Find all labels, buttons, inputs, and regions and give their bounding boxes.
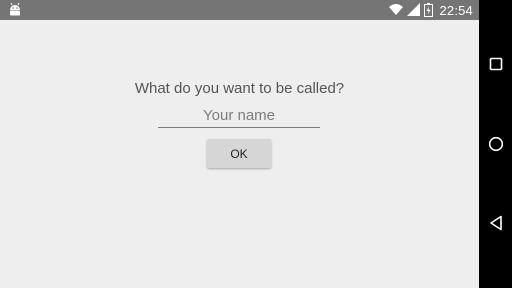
name-prompt-label: What do you want to be called? bbox=[134, 80, 345, 97]
dialog-content: What do you want to be called? OK bbox=[0, 20, 479, 288]
status-clock: 22:54 bbox=[439, 2, 473, 18]
home-icon[interactable] bbox=[479, 124, 512, 164]
back-icon[interactable] bbox=[479, 203, 512, 243]
battery-icon bbox=[424, 3, 434, 17]
navigation-bar bbox=[479, 0, 512, 288]
name-input[interactable] bbox=[158, 104, 320, 128]
signal-icon bbox=[407, 3, 421, 17]
app-screen: 22:54 What do you want to be called? OK bbox=[0, 0, 479, 288]
recents-icon[interactable] bbox=[479, 44, 512, 84]
android-debug-icon bbox=[8, 2, 22, 18]
status-icons: 22:54 bbox=[389, 0, 473, 20]
wifi-icon bbox=[389, 3, 404, 17]
status-bar: 22:54 bbox=[0, 0, 479, 20]
ok-button[interactable]: OK bbox=[207, 139, 271, 168]
